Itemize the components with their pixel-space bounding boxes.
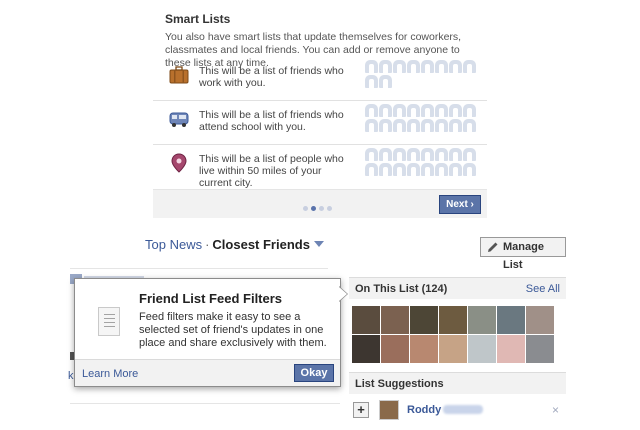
member-photo[interactable] xyxy=(497,306,525,334)
list-suggestions-header: List Suggestions xyxy=(349,372,566,394)
briefcase-icon xyxy=(169,66,189,84)
chevron-down-icon[interactable] xyxy=(313,241,324,247)
member-photo[interactable] xyxy=(381,306,409,334)
popup-footer: Learn More Okay xyxy=(75,359,340,386)
popup-pointer-inner xyxy=(339,287,347,301)
member-photo[interactable] xyxy=(439,306,467,334)
pencil-icon xyxy=(488,242,498,252)
member-photo[interactable] xyxy=(410,335,438,363)
smart-list-row-location: This will be a list of people who live w… xyxy=(153,145,487,189)
list-title: Closest Friends xyxy=(212,237,310,252)
smart-lists-footer: Next › xyxy=(153,189,487,218)
placeholder-avatar-grid xyxy=(365,60,480,90)
on-this-list-header: On This List (124) See All xyxy=(349,277,566,299)
document-icon xyxy=(98,307,120,336)
school-bus-icon xyxy=(169,112,189,127)
feed-filters-popup: Friend List Feed Filters Feed filters ma… xyxy=(74,278,341,387)
next-button[interactable]: Next › xyxy=(439,195,481,214)
popup-body: Feed filters make it easy to see a selec… xyxy=(139,311,327,349)
feed-link-fragment[interactable]: k xyxy=(68,370,74,382)
member-photo[interactable] xyxy=(497,335,525,363)
member-photo[interactable] xyxy=(439,335,467,363)
smart-list-row-text: This will be a list of people who live w… xyxy=(199,153,344,189)
map-pin-icon xyxy=(171,153,187,173)
member-photo-grid xyxy=(352,306,558,364)
popup-title: Friend List Feed Filters xyxy=(139,291,283,306)
suggestion-row: + Roddy × xyxy=(353,400,565,422)
member-photo[interactable] xyxy=(381,335,409,363)
on-this-list-label: On This List (124) xyxy=(355,283,448,295)
smart-lists-title: Smart Lists xyxy=(165,12,231,26)
smart-list-row-work: This will be a list of friends who work … xyxy=(153,57,487,101)
see-all-link[interactable]: See All xyxy=(526,283,560,295)
avatar[interactable] xyxy=(379,400,399,420)
add-to-list-button[interactable]: + xyxy=(353,402,369,418)
pager-dot-active[interactable] xyxy=(311,206,316,211)
member-photo[interactable] xyxy=(526,335,554,363)
smart-list-row-text: This will be a list of friends who work … xyxy=(199,65,344,89)
feed-divider xyxy=(70,268,328,269)
member-photo[interactable] xyxy=(468,335,496,363)
feed-divider xyxy=(70,403,340,404)
learn-more-link[interactable]: Learn More xyxy=(82,368,138,380)
pager-dot[interactable] xyxy=(327,206,332,211)
breadcrumb: Top News · Closest Friends xyxy=(145,237,324,252)
smart-list-row-text: This will be a list of friends who atten… xyxy=(199,109,344,133)
pager-dot[interactable] xyxy=(303,206,308,211)
suggestion-name[interactable]: Roddy xyxy=(407,404,441,416)
member-photo[interactable] xyxy=(410,306,438,334)
list-suggestions-label: List Suggestions xyxy=(355,378,444,390)
smart-lists-card: Smart Lists You also have smart lists th… xyxy=(153,0,487,218)
smart-list-row-school: This will be a list of friends who atten… xyxy=(153,101,487,145)
manage-list-label: Manage List xyxy=(503,241,544,271)
manage-list-button[interactable]: Manage List xyxy=(480,237,566,271)
breadcrumb-top-news-link[interactable]: Top News xyxy=(145,237,202,252)
redacted-surname xyxy=(443,405,483,414)
placeholder-avatar-grid xyxy=(365,104,480,134)
pager-dots xyxy=(303,202,335,214)
member-photo[interactable] xyxy=(352,306,380,334)
placeholder-avatar-grid xyxy=(365,148,480,178)
okay-button[interactable]: Okay xyxy=(294,364,334,382)
pager-dot[interactable] xyxy=(319,206,324,211)
member-photo[interactable] xyxy=(352,335,380,363)
member-photo[interactable] xyxy=(526,306,554,334)
close-icon[interactable]: × xyxy=(552,403,559,417)
member-photo[interactable] xyxy=(468,306,496,334)
breadcrumb-separator: · xyxy=(205,237,210,252)
